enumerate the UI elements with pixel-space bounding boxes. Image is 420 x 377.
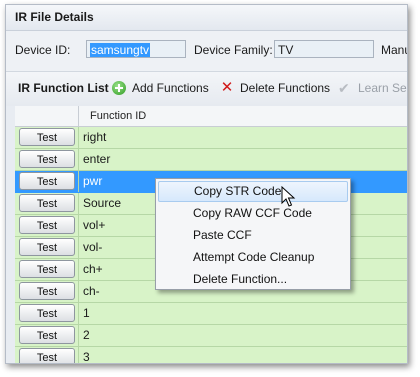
context-menu: Copy STR Code Copy RAW CCF Code Paste CCF A… (155, 178, 351, 290)
test-button[interactable]: Test (19, 150, 75, 168)
table-row[interactable]: Test 1 (15, 303, 407, 325)
context-menu-item[interactable]: Copy RAW CCF Code (158, 203, 348, 224)
test-button[interactable]: Test (19, 238, 75, 256)
manufacturer-label: Manu (381, 43, 407, 57)
function-id-cell[interactable]: right (78, 127, 383, 148)
function-id-cell[interactable]: enter (78, 149, 383, 170)
delete-functions-button[interactable]: ✕ Delete Functions (220, 79, 331, 96)
test-button[interactable]: Test (19, 194, 75, 212)
function-id-cell[interactable]: 2 (78, 325, 383, 346)
delete-functions-label: Delete Functions (240, 81, 331, 95)
table-row[interactable]: Test enter (15, 149, 407, 171)
device-family-field[interactable]: TV (274, 40, 374, 58)
context-menu-item[interactable]: Paste CCF (158, 225, 348, 246)
device-id-field[interactable]: samsungtv (86, 40, 186, 58)
context-menu-item[interactable]: Delete Function... (158, 269, 348, 290)
test-button[interactable]: Test (19, 326, 75, 344)
context-menu-item[interactable]: Attempt Code Cleanup (158, 247, 348, 268)
context-menu-item[interactable]: Copy STR Code (158, 181, 348, 202)
grid-header: Function ID (15, 106, 407, 127)
mouse-cursor-icon (281, 186, 296, 207)
device-family-label: Device Family: (194, 43, 273, 57)
test-button[interactable]: Test (19, 128, 75, 146)
test-button[interactable]: Test (19, 282, 75, 300)
function-id-cell[interactable]: 1 (78, 303, 383, 324)
test-button[interactable]: Test (19, 260, 75, 278)
function-list-toolbar: IR Function List Add Functions ✕ Delete … (6, 71, 407, 106)
add-circle-icon (112, 81, 126, 95)
test-button[interactable]: Test (19, 172, 75, 190)
table-row[interactable]: Test right (15, 127, 407, 149)
add-functions-button[interactable]: Add Functions (112, 81, 209, 95)
learn-button[interactable]: ✔ Learn Se (338, 81, 407, 95)
device-id-value: samsungtv (90, 43, 151, 57)
table-row[interactable]: Test 3 (15, 347, 407, 363)
red-x-icon: ✕ (220, 79, 234, 96)
learn-label: Learn Se (358, 81, 407, 95)
table-row[interactable]: Test 2 (15, 325, 407, 347)
checkmark-icon: ✔ (338, 80, 350, 96)
context-menu-items: Copy STR Code Copy RAW CCF Code Paste CCF A… (156, 181, 350, 290)
function-id-column-header[interactable]: Function ID (78, 106, 146, 126)
device-properties: Device ID: samsungtv Device Family: TV M… (6, 31, 407, 71)
test-button[interactable]: Test (19, 216, 75, 234)
panel-title: IR File Details (6, 5, 407, 31)
function-id-cell[interactable]: 3 (78, 347, 383, 363)
device-id-label: Device ID: (15, 43, 71, 57)
add-functions-label: Add Functions (132, 81, 209, 95)
test-button[interactable]: Test (19, 304, 75, 322)
test-button[interactable]: Test (19, 348, 75, 363)
function-list-title: IR Function List (18, 81, 109, 95)
